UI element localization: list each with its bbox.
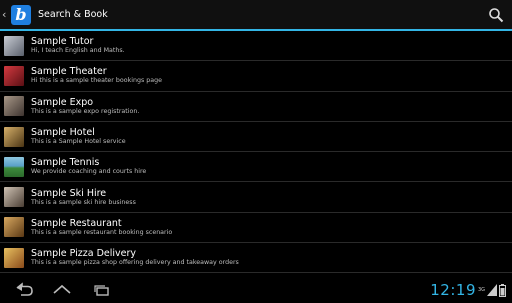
thumbnail-image bbox=[4, 126, 24, 147]
list-item-title: Sample Hotel bbox=[31, 127, 95, 139]
list-item[interactable]: Sample Restaurant This is a sample resta… bbox=[0, 213, 512, 244]
recent-apps-icon[interactable] bbox=[92, 282, 112, 298]
search-icon[interactable] bbox=[488, 7, 504, 23]
list-item[interactable]: Sample Hotel This is a Sample Hotel serv… bbox=[0, 122, 512, 153]
thumbnail-image bbox=[4, 65, 24, 86]
list-item-title: Sample Expo bbox=[31, 96, 94, 108]
list-item[interactable]: Sample Expo This is a sample expo regist… bbox=[0, 92, 512, 122]
list-item-title: Sample Pizza Delivery bbox=[31, 248, 137, 260]
list-item-title: Sample Ski Hire bbox=[31, 187, 107, 199]
list-item[interactable]: Sample Theater Hi this is a sample theat… bbox=[0, 61, 512, 92]
list-item-subtitle: Hi, I teach English and Maths. bbox=[31, 47, 125, 55]
app-logo-letter: b bbox=[15, 4, 27, 24]
system-nav-bar: 12:19 3G bbox=[0, 277, 512, 303]
thumbnail-image bbox=[4, 247, 24, 268]
thumbnail-image bbox=[4, 156, 24, 177]
list-item[interactable]: Sample Tutor Hi, I teach English and Mat… bbox=[0, 31, 512, 62]
list-item-title: Sample Tutor bbox=[31, 36, 94, 48]
list-item[interactable]: Sample Tennis We provide coaching and co… bbox=[0, 152, 512, 183]
list-item-subtitle: We provide coaching and courts hire bbox=[31, 168, 147, 176]
network-type-label: 3G bbox=[478, 287, 486, 293]
list-item-subtitle: This is a sample pizza shop offering del… bbox=[31, 259, 239, 267]
battery-icon bbox=[499, 283, 507, 297]
list-item-subtitle: This is a sample restaurant booking scen… bbox=[31, 228, 173, 236]
signal-icon bbox=[487, 284, 498, 296]
thumbnail-image bbox=[4, 96, 24, 117]
thumbnail-image bbox=[4, 217, 24, 238]
home-icon[interactable] bbox=[52, 282, 72, 298]
list-item-subtitle: This is a Sample Hotel service bbox=[31, 138, 126, 146]
thumbnail-image bbox=[4, 187, 24, 208]
service-list: Sample Tutor Hi, I teach English and Mat… bbox=[0, 31, 512, 277]
list-item-title: Sample Tennis bbox=[31, 157, 100, 169]
back-icon[interactable] bbox=[14, 282, 34, 298]
list-item[interactable]: Sample Pizza Delivery This is a sample p… bbox=[0, 243, 512, 274]
up-navigation-icon[interactable]: ‹ bbox=[2, 9, 10, 20]
status-clock: 12:19 bbox=[430, 281, 476, 299]
list-item[interactable]: Sample Ski Hire This is a sample ski hir… bbox=[0, 182, 512, 213]
list-item-subtitle: Hi this is a sample theater bookings pag… bbox=[31, 77, 162, 85]
list-item-title: Sample Restaurant bbox=[31, 217, 122, 229]
list-item-title: Sample Theater bbox=[31, 66, 107, 78]
thumbnail-image bbox=[4, 35, 24, 56]
list-item-subtitle: This is a sample expo registration. bbox=[31, 107, 140, 115]
list-item-subtitle: This is a sample ski hire business bbox=[31, 198, 136, 206]
app-logo[interactable]: b bbox=[11, 4, 31, 25]
action-bar: ‹ b Search & Book bbox=[0, 0, 512, 31]
page-title: Search & Book bbox=[38, 9, 108, 20]
status-icons: 3G bbox=[478, 282, 510, 298]
